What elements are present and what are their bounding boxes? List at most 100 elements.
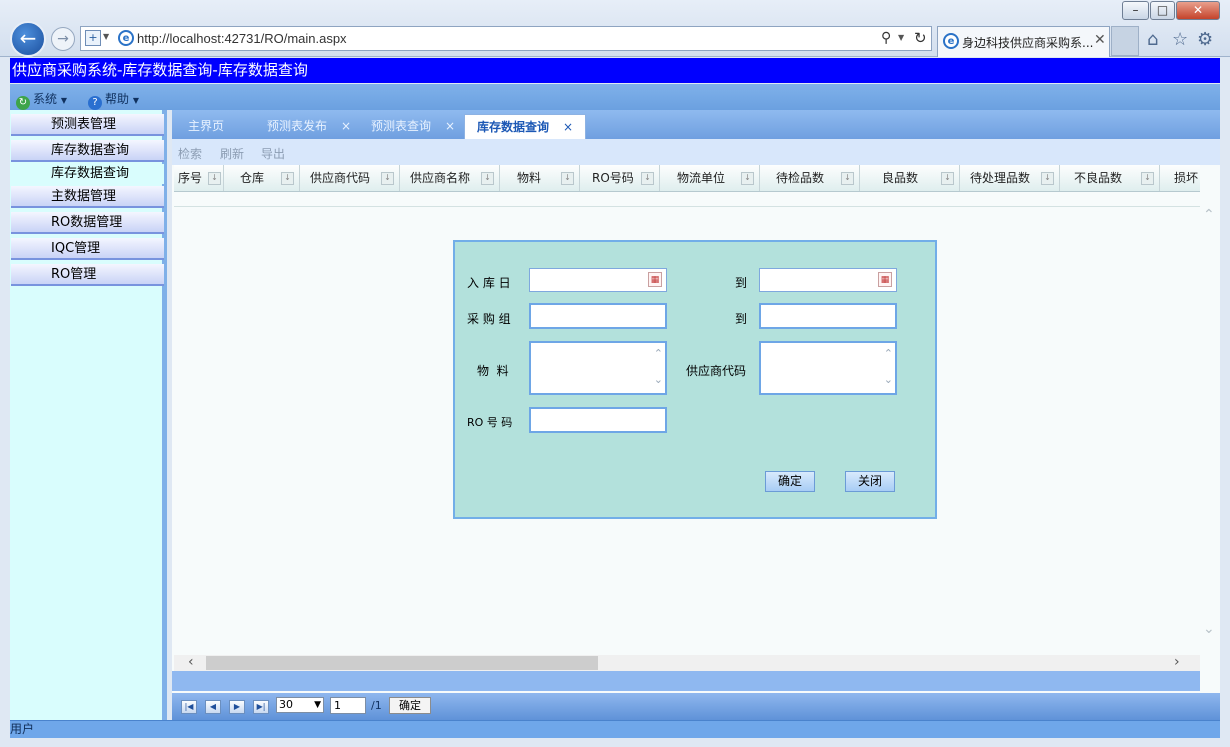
column-label: 损坏 (1174, 171, 1199, 185)
status-user-label: 用户 (10, 722, 35, 736)
sidebar-item-inventory[interactable]: 库存数据查询 (11, 140, 164, 162)
refresh-button[interactable]: 刷新 (220, 145, 244, 162)
scroll-up-icon[interactable]: ⌃ (884, 347, 893, 360)
date-from-input[interactable]: ▦ (529, 268, 667, 292)
scroll-thumb[interactable] (206, 656, 598, 670)
sort-icon[interactable]: ↓ (561, 172, 574, 185)
vertical-scrollbar[interactable]: ⌃ ⌄ (1200, 165, 1220, 655)
column-label: 仓库 (240, 171, 265, 185)
sort-icon[interactable]: ↓ (941, 172, 954, 185)
column-label: 待检品数 (776, 171, 825, 185)
date-to-input[interactable]: ▦ (759, 268, 897, 292)
tab-inventory-query-label: 库存数据查询 (477, 120, 550, 134)
scroll-down-icon[interactable]: ⌄ (1203, 621, 1215, 637)
sort-icon[interactable]: ↓ (641, 172, 654, 185)
close-button[interactable]: 关闭 (845, 471, 895, 492)
minimize-button[interactable]: – (1122, 1, 1149, 20)
forward-arrow-icon[interactable]: → (51, 27, 75, 51)
tab-forecast-publish[interactable]: 预测表发布 × (255, 114, 363, 139)
sidebar-item-master-data[interactable]: 主数据管理 (11, 186, 164, 208)
column-header[interactable]: 序号 ↓ (174, 165, 224, 191)
menu-help[interactable]: ? 帮助 ▼ (88, 90, 139, 110)
close-icon[interactable]: × (563, 120, 573, 134)
label-date-in: 入 库 日 (467, 276, 511, 290)
sort-icon[interactable]: ↓ (381, 172, 394, 185)
last-page-icon[interactable]: ▶| (253, 700, 269, 714)
gear-icon[interactable]: ⚙ (1197, 29, 1213, 50)
tab-inventory-query[interactable]: 库存数据查询 × (464, 114, 587, 139)
page-size-select[interactable]: 30 ▼ (276, 697, 324, 713)
column-header[interactable]: 供应商名称 ↓ (400, 165, 500, 191)
scroll-up-icon[interactable]: ⌃ (1203, 207, 1215, 223)
dropdown-arrow-icon[interactable]: ▼ (103, 32, 109, 41)
sidebar-item-forecast[interactable]: 预测表管理 (11, 114, 164, 136)
close-tab-icon[interactable]: ✕ (1094, 32, 1106, 48)
close-icon[interactable]: × (341, 119, 351, 133)
favorites-star-icon[interactable]: ☆ (1172, 29, 1188, 50)
group-from-input[interactable] (529, 303, 667, 329)
tab-forecast-query[interactable]: 预测表查询 × (359, 114, 467, 139)
calendar-icon[interactable]: ▦ (648, 272, 662, 287)
close-window-button[interactable]: ✕ (1176, 1, 1220, 20)
next-page-icon[interactable]: ▶ (229, 700, 245, 714)
sort-icon[interactable]: ↓ (741, 172, 754, 185)
sort-icon[interactable]: ↓ (281, 172, 294, 185)
url-text[interactable]: http://localhost:42731/RO/main.aspx (137, 31, 347, 46)
ok-button[interactable]: 确定 (765, 471, 815, 492)
menu-system[interactable]: ↻ 系统 ▼ (16, 90, 67, 110)
column-header[interactable]: 供应商代码 ↓ (300, 165, 400, 191)
page-go-button[interactable]: 确定 (389, 697, 431, 714)
prev-page-icon[interactable]: ◀ (205, 700, 221, 714)
chevron-down-icon: ▼ (60, 96, 67, 105)
browser-tab[interactable]: e 身边科技供应商采购系... ✕ (937, 26, 1110, 57)
search-button[interactable]: 检索 (178, 145, 202, 162)
column-label: 物流单位 (677, 171, 726, 185)
search-icon[interactable]: ⚲ (881, 30, 891, 46)
column-header[interactable]: 不良品数 ↓ (1060, 165, 1160, 191)
label-to-2: 到 (735, 312, 748, 326)
sort-icon[interactable]: ↓ (208, 172, 221, 185)
column-header[interactable]: 损坏 (1160, 165, 1200, 191)
horizontal-scrollbar[interactable]: ‹ › (174, 654, 1200, 671)
refresh-icon[interactable]: ↻ (914, 29, 927, 47)
sidebar-item-ro-data[interactable]: RO数据管理 (11, 212, 164, 234)
scroll-down-icon[interactable]: ⌄ (884, 373, 893, 386)
scroll-down-icon[interactable]: ⌄ (654, 373, 663, 386)
column-header[interactable]: 仓库 ↓ (224, 165, 300, 191)
column-header[interactable]: RO号码 ↓ (580, 165, 660, 191)
sort-icon[interactable]: ↓ (1041, 172, 1054, 185)
home-icon[interactable]: ⌂ (1147, 29, 1158, 50)
scroll-left-icon[interactable]: ‹ (188, 654, 194, 670)
sort-icon[interactable]: ↓ (1141, 172, 1154, 185)
close-icon[interactable]: × (445, 119, 455, 133)
column-header[interactable]: 待检品数 ↓ (760, 165, 860, 191)
column-header[interactable]: 待处理品数 ↓ (960, 165, 1060, 191)
group-to-input[interactable] (759, 303, 897, 329)
export-button[interactable]: 导出 (261, 145, 285, 162)
new-tab-button[interactable] (1111, 26, 1139, 56)
tab-home[interactable]: 主界页 (176, 114, 236, 139)
sidebar-subitem-inventory-query[interactable]: 库存数据查询 (11, 164, 164, 184)
material-textarea[interactable]: ⌃ ⌄ (529, 341, 667, 395)
add-favorite-icon[interactable]: + (85, 30, 101, 46)
back-arrow-icon[interactable]: ← (10, 21, 46, 57)
sort-icon[interactable]: ↓ (841, 172, 854, 185)
ro-number-input[interactable] (529, 407, 667, 433)
page-size-value: 30 (279, 698, 293, 711)
address-bar[interactable]: + ▼ e http://localhost:42731/RO/main.asp… (80, 26, 932, 51)
calendar-icon[interactable]: ▦ (878, 272, 892, 287)
column-header[interactable]: 物料 ↓ (500, 165, 580, 191)
page-number-input[interactable]: 1 (330, 697, 366, 714)
scroll-right-icon[interactable]: › (1174, 654, 1180, 670)
first-page-icon[interactable]: |◀ (181, 700, 197, 714)
column-header[interactable]: 良品数 ↓ (860, 165, 960, 191)
search-dropdown-icon[interactable]: ▼ (898, 33, 904, 42)
maximize-button[interactable]: □ (1150, 1, 1175, 20)
sidebar-item-ro[interactable]: RO管理 (11, 264, 164, 286)
label-to-1: 到 (735, 276, 748, 290)
sort-icon[interactable]: ↓ (481, 172, 494, 185)
sidebar-item-iqc[interactable]: IQC管理 (11, 238, 164, 260)
column-header[interactable]: 物流单位 ↓ (660, 165, 760, 191)
scroll-up-icon[interactable]: ⌃ (654, 347, 663, 360)
supplier-code-textarea[interactable]: ⌃ ⌄ (759, 341, 897, 395)
